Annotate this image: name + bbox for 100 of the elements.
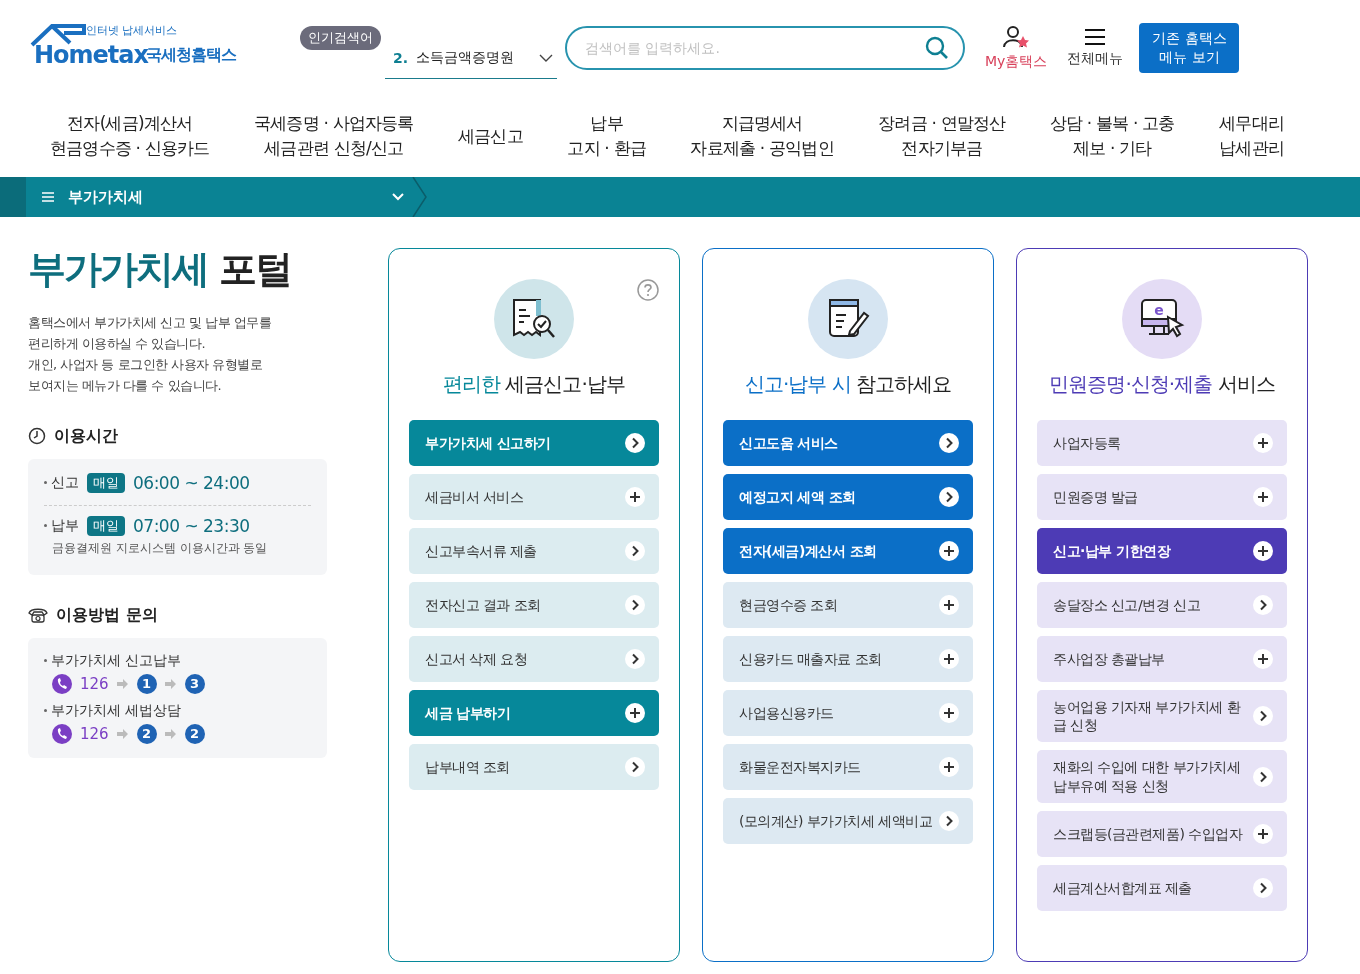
service-menu-item[interactable]: 현금영수증 조회 <box>723 582 973 628</box>
service-menu-item[interactable]: 신고도움 서비스 <box>723 420 973 466</box>
service-menu-item[interactable]: 신고부속서류 제출 <box>409 528 659 574</box>
description-text: 편리하게 이용하실 수 있습니다. <box>28 334 207 353</box>
chevron-right-icon <box>939 433 959 453</box>
plus-icon <box>939 649 959 669</box>
nav-menu-item[interactable]: 세금신고 <box>458 123 523 149</box>
hours-note: 금융결제원 지로시스템 이용시간과 동일 <box>52 539 269 557</box>
service-menu-item[interactable]: (모의계산) 부가가치세 세액비교 <box>723 798 973 844</box>
house-icon <box>30 22 86 47</box>
service-menu-item[interactable]: 세금계산서합계표 제출 <box>1037 864 1287 911</box>
nav-menu-item[interactable]: 장려금 · 연말정산 전자기부금 <box>878 111 1006 161</box>
chevron-right-icon <box>1253 706 1273 727</box>
chevron-right-icon <box>1253 595 1273 615</box>
service-menu-item[interactable]: 주사업장 총괄납부 <box>1037 636 1287 682</box>
hours-label: 납부 <box>51 516 79 535</box>
chevron-right-icon <box>625 595 645 615</box>
plus-icon <box>1253 433 1273 453</box>
chevron-right-icon <box>1253 766 1273 787</box>
plus-icon <box>939 757 959 777</box>
plus-icon <box>939 541 959 561</box>
description-text: 보여지는 메뉴가 다를 수 있습니다. <box>28 376 223 395</box>
nav-menu-item[interactable]: 지급명세서 자료제출 · 공익법인 <box>690 111 834 161</box>
menu-step-number: 2 <box>136 723 157 744</box>
chevron-down-icon <box>392 193 404 201</box>
hours-time: 06:00 ~ 24:00 <box>133 472 250 493</box>
nav-menu-item[interactable]: 국세증명 · 사업자등록 세금관련 신청/신고 <box>254 111 414 161</box>
hometax-logo[interactable]: 인터넷 납세서비스 Hometax국세청홈택스 <box>30 22 260 73</box>
chevron-right-icon <box>625 541 645 561</box>
service-menu-item[interactable]: 예정고지 세액 조회 <box>723 474 973 520</box>
phone-number: 126 <box>80 724 109 743</box>
plus-icon <box>625 487 645 507</box>
description-text: 개인, 사업자 등 로그인한 사용자 유형별로 <box>28 355 264 374</box>
service-menu-item[interactable]: 신고·납부 기한연장 <box>1037 528 1287 574</box>
menu-step-number: 2 <box>184 723 205 744</box>
nav-menu-item[interactable]: 상담 · 불복 · 고충 제보 · 기타 <box>1049 111 1175 161</box>
chevron-right-icon <box>1253 877 1273 898</box>
all-menu-button[interactable]: 전체메뉴 <box>1067 27 1124 68</box>
service-menu-item[interactable]: 세금비서 서비스 <box>409 474 659 520</box>
contact-label: 부가가치세 세법상담 <box>51 701 182 720</box>
service-menu-item[interactable]: 신고서 삭제 요청 <box>409 636 659 682</box>
arrow-right-icon <box>164 678 177 689</box>
service-menu-item[interactable]: 신용카드 매출자료 조회 <box>723 636 973 682</box>
card-title: 편리한 세금신고·납부 <box>443 371 625 398</box>
telephone-icon <box>28 607 48 624</box>
arrow-right-icon <box>164 728 177 739</box>
clock-icon <box>28 427 46 446</box>
daily-badge: 매일 <box>87 515 125 536</box>
nav-menu-item[interactable]: 납부 고지 · 환급 <box>567 111 646 161</box>
service-menu-item[interactable]: 화물운전자복지카드 <box>723 744 973 790</box>
hours-label: 신고 <box>51 473 79 492</box>
chevron-right-icon <box>939 487 959 507</box>
contact-label: 부가가치세 신고납부 <box>51 651 182 670</box>
my-hometax-link[interactable]: My홈택스 <box>985 24 1048 71</box>
nav-menu-item[interactable]: 전자(세금)계산서 현금영수증 · 신용카드 <box>50 111 210 161</box>
phone-icon <box>52 723 72 744</box>
service-menu-item[interactable]: 납부내역 조회 <box>409 744 659 790</box>
plus-icon <box>939 703 959 723</box>
popular-search-badge: 인기검색어 <box>300 26 381 50</box>
search-icon[interactable] <box>925 35 949 60</box>
service-menu-item[interactable]: 사업자등록 <box>1037 420 1287 466</box>
phone-icon <box>52 673 72 694</box>
breadcrumb-dropdown[interactable]: 부가가치세 <box>26 187 412 207</box>
plus-icon <box>1253 487 1273 507</box>
logo-tagline: 인터넷 납세서비스 <box>86 22 178 38</box>
arrow-right-icon <box>116 728 129 739</box>
monitor-cursor-icon: e <box>1122 279 1202 359</box>
service-menu-item[interactable]: 농어업용 기자재 부가가치세 환급 신청 <box>1037 690 1287 743</box>
popular-search-dropdown[interactable]: 2. 소득금액증명원 <box>385 38 557 79</box>
page-title: 부가가치세 포털 <box>28 248 293 292</box>
menu-icon <box>1084 27 1107 46</box>
logo-name: 국세청홈택스 <box>146 44 236 66</box>
menu-step-number: 1 <box>136 673 157 694</box>
service-menu-item[interactable]: 민원증명 발급 <box>1037 474 1287 520</box>
service-menu-item[interactable]: 재화의 수입에 대한 부가가치세 납부유예 적용 신청 <box>1037 750 1287 803</box>
arrow-right-icon <box>116 678 129 689</box>
service-menu-item[interactable]: 세금 납부하기 <box>409 690 659 736</box>
daily-badge: 매일 <box>87 472 125 493</box>
plus-icon <box>1253 541 1273 561</box>
chevron-right-icon <box>625 757 645 777</box>
menu-icon <box>42 192 54 202</box>
service-menu-item[interactable]: 스크랩등(금관련제품) 수입업자 <box>1037 810 1287 857</box>
section-heading: 이용시간 <box>54 425 118 447</box>
search-field[interactable]: 검색어를 입력하세요. <box>565 25 965 70</box>
section-heading: 이용방법 문의 <box>56 604 158 626</box>
service-menu-item[interactable]: 전자(세금)계산서 조회 <box>723 528 973 574</box>
chevron-right-icon <box>625 649 645 669</box>
nav-menu-item[interactable]: 세무대리 납세관리 <box>1219 111 1284 161</box>
legacy-menu-button[interactable]: 기존 홈택스 메뉴 보기 <box>1139 22 1240 73</box>
breadcrumb-separator-icon <box>412 177 428 217</box>
service-menu-item[interactable]: 전자신고 결과 조회 <box>409 582 659 628</box>
user-star-icon <box>1002 24 1031 49</box>
plus-icon <box>1253 823 1273 844</box>
help-icon[interactable] <box>637 279 659 301</box>
service-menu-item[interactable]: 사업용신용카드 <box>723 690 973 736</box>
chevron-right-icon <box>625 433 645 453</box>
service-menu-item[interactable]: 부가가치세 신고하기 <box>409 420 659 466</box>
service-menu-item[interactable]: 송달장소 신고/변경 신고 <box>1037 582 1287 628</box>
plus-icon <box>625 703 645 723</box>
chevron-down-icon <box>539 54 553 62</box>
